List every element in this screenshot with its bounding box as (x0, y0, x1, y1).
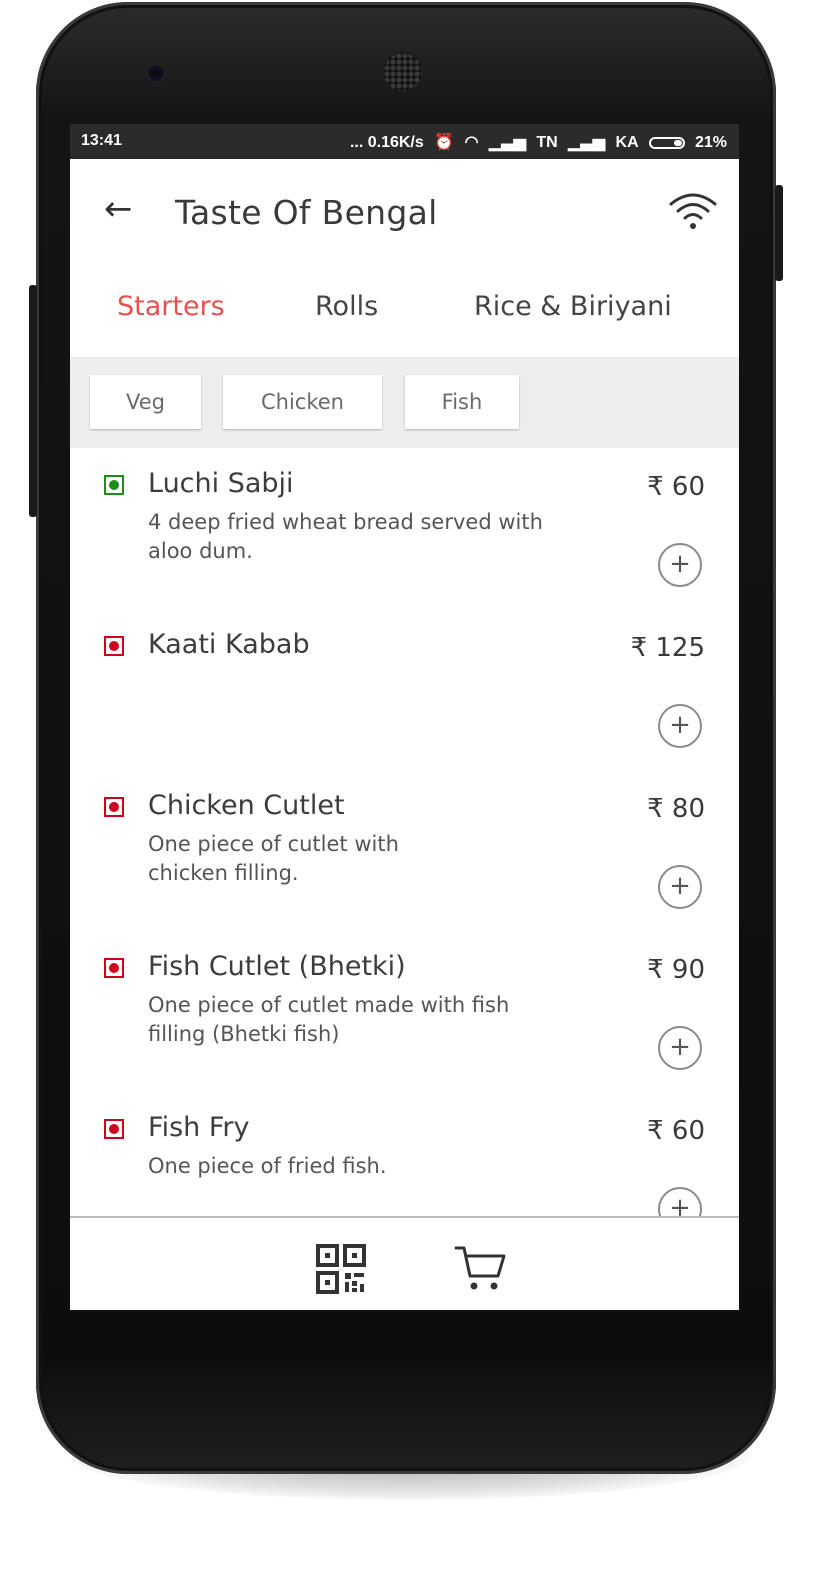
wifi-status-icon: ◠ (464, 134, 479, 151)
nonveg-marker-icon (104, 797, 124, 817)
item-name: Chicken Cutlet (148, 790, 345, 821)
item-description: 4 deep fried wheat bread served with alo… (148, 510, 543, 563)
menu-list: Luchi Sabji 4 deep fried wheat bread ser… (70, 448, 739, 1216)
item-name: Fish Fry (148, 1112, 250, 1143)
item-price: ₹ 60 (647, 1116, 705, 1146)
tab-starters[interactable]: Starters (117, 291, 225, 322)
nonveg-marker-icon (104, 636, 124, 656)
list-item: Chicken Cutlet One piece of cutlet with … (70, 770, 739, 931)
add-item-button[interactable]: + (658, 1187, 702, 1216)
add-item-button[interactable]: + (658, 1026, 702, 1070)
app-bar: ← Taste Of Bengal (70, 159, 739, 263)
carrier-2: KA (615, 134, 639, 151)
item-name: Fish Cutlet (Bhetki) (148, 951, 406, 982)
status-time: 13:41 (81, 132, 122, 149)
item-price: ₹ 60 (647, 472, 705, 502)
arrow-left-icon[interactable]: ← (104, 191, 140, 227)
add-item-button[interactable]: + (658, 543, 702, 587)
power-button (775, 185, 783, 281)
status-bar: 13:41 ... 0.16K/s ⏰ ◠ ▁▃▅ TN ▁▃▅ KA 21% (70, 124, 739, 159)
filter-chip-chicken[interactable]: Chicken (223, 375, 382, 429)
battery-percent: 21% (694, 134, 727, 151)
category-tabs: Starters Rolls Rice & Biriyani (70, 263, 739, 358)
network-speed: ... 0.16K/s (349, 134, 424, 151)
carrier-1: TN (536, 134, 558, 151)
volume-button (29, 285, 37, 517)
item-description: One piece of cutlet made with fish filli… (148, 993, 510, 1046)
list-item: Kaati Kabab ₹ 125 + (70, 609, 739, 770)
filter-chip-fish[interactable]: Fish (405, 375, 519, 429)
list-item: Luchi Sabji 4 deep fried wheat bread ser… (70, 448, 739, 609)
front-camera (146, 63, 166, 83)
tab-rolls[interactable]: Rolls (315, 291, 378, 322)
tab-rice-biriyani[interactable]: Rice & Biriyani (474, 291, 672, 322)
bottom-bar (70, 1216, 739, 1310)
cart-icon[interactable] (454, 1244, 508, 1292)
status-right: ... 0.16K/s ⏰ ◠ ▁▃▅ TN ▁▃▅ KA 21% (344, 132, 727, 152)
page-title: Taste Of Bengal (175, 193, 438, 232)
filter-bar: Veg Chicken Fish (70, 358, 739, 448)
item-description: One piece of cutlet with chicken filling… (148, 832, 399, 885)
list-item: Fish Fry One piece of fried fish. ₹ 60 + (70, 1092, 739, 1216)
signal-icon: ▁▃▅ (489, 134, 526, 151)
alarm-icon: ⏰ (434, 134, 455, 151)
earpiece-speaker (384, 53, 422, 91)
item-description: One piece of fried fish. (148, 1154, 387, 1178)
battery-icon (648, 137, 685, 149)
item-price: ₹ 80 (647, 794, 705, 824)
item-price: ₹ 125 (630, 633, 705, 663)
item-name: Luchi Sabji (148, 468, 294, 499)
nonveg-marker-icon (104, 1119, 124, 1139)
list-item: Fish Cutlet (Bhetki) One piece of cutlet… (70, 931, 739, 1092)
add-item-button[interactable]: + (658, 704, 702, 748)
item-price: ₹ 90 (647, 955, 705, 985)
wifi-icon[interactable] (667, 189, 719, 233)
qr-code-icon[interactable] (316, 1244, 366, 1294)
veg-marker-icon (104, 475, 124, 495)
item-name: Kaati Kabab (148, 629, 310, 660)
app-screen: 13:41 ... 0.16K/s ⏰ ◠ ▁▃▅ TN ▁▃▅ KA 21% … (70, 124, 739, 1310)
signal-icon-2: ▁▃▅ (568, 134, 606, 151)
filter-chip-veg[interactable]: Veg (90, 375, 201, 429)
add-item-button[interactable]: + (658, 865, 702, 909)
nonveg-marker-icon (104, 958, 124, 978)
